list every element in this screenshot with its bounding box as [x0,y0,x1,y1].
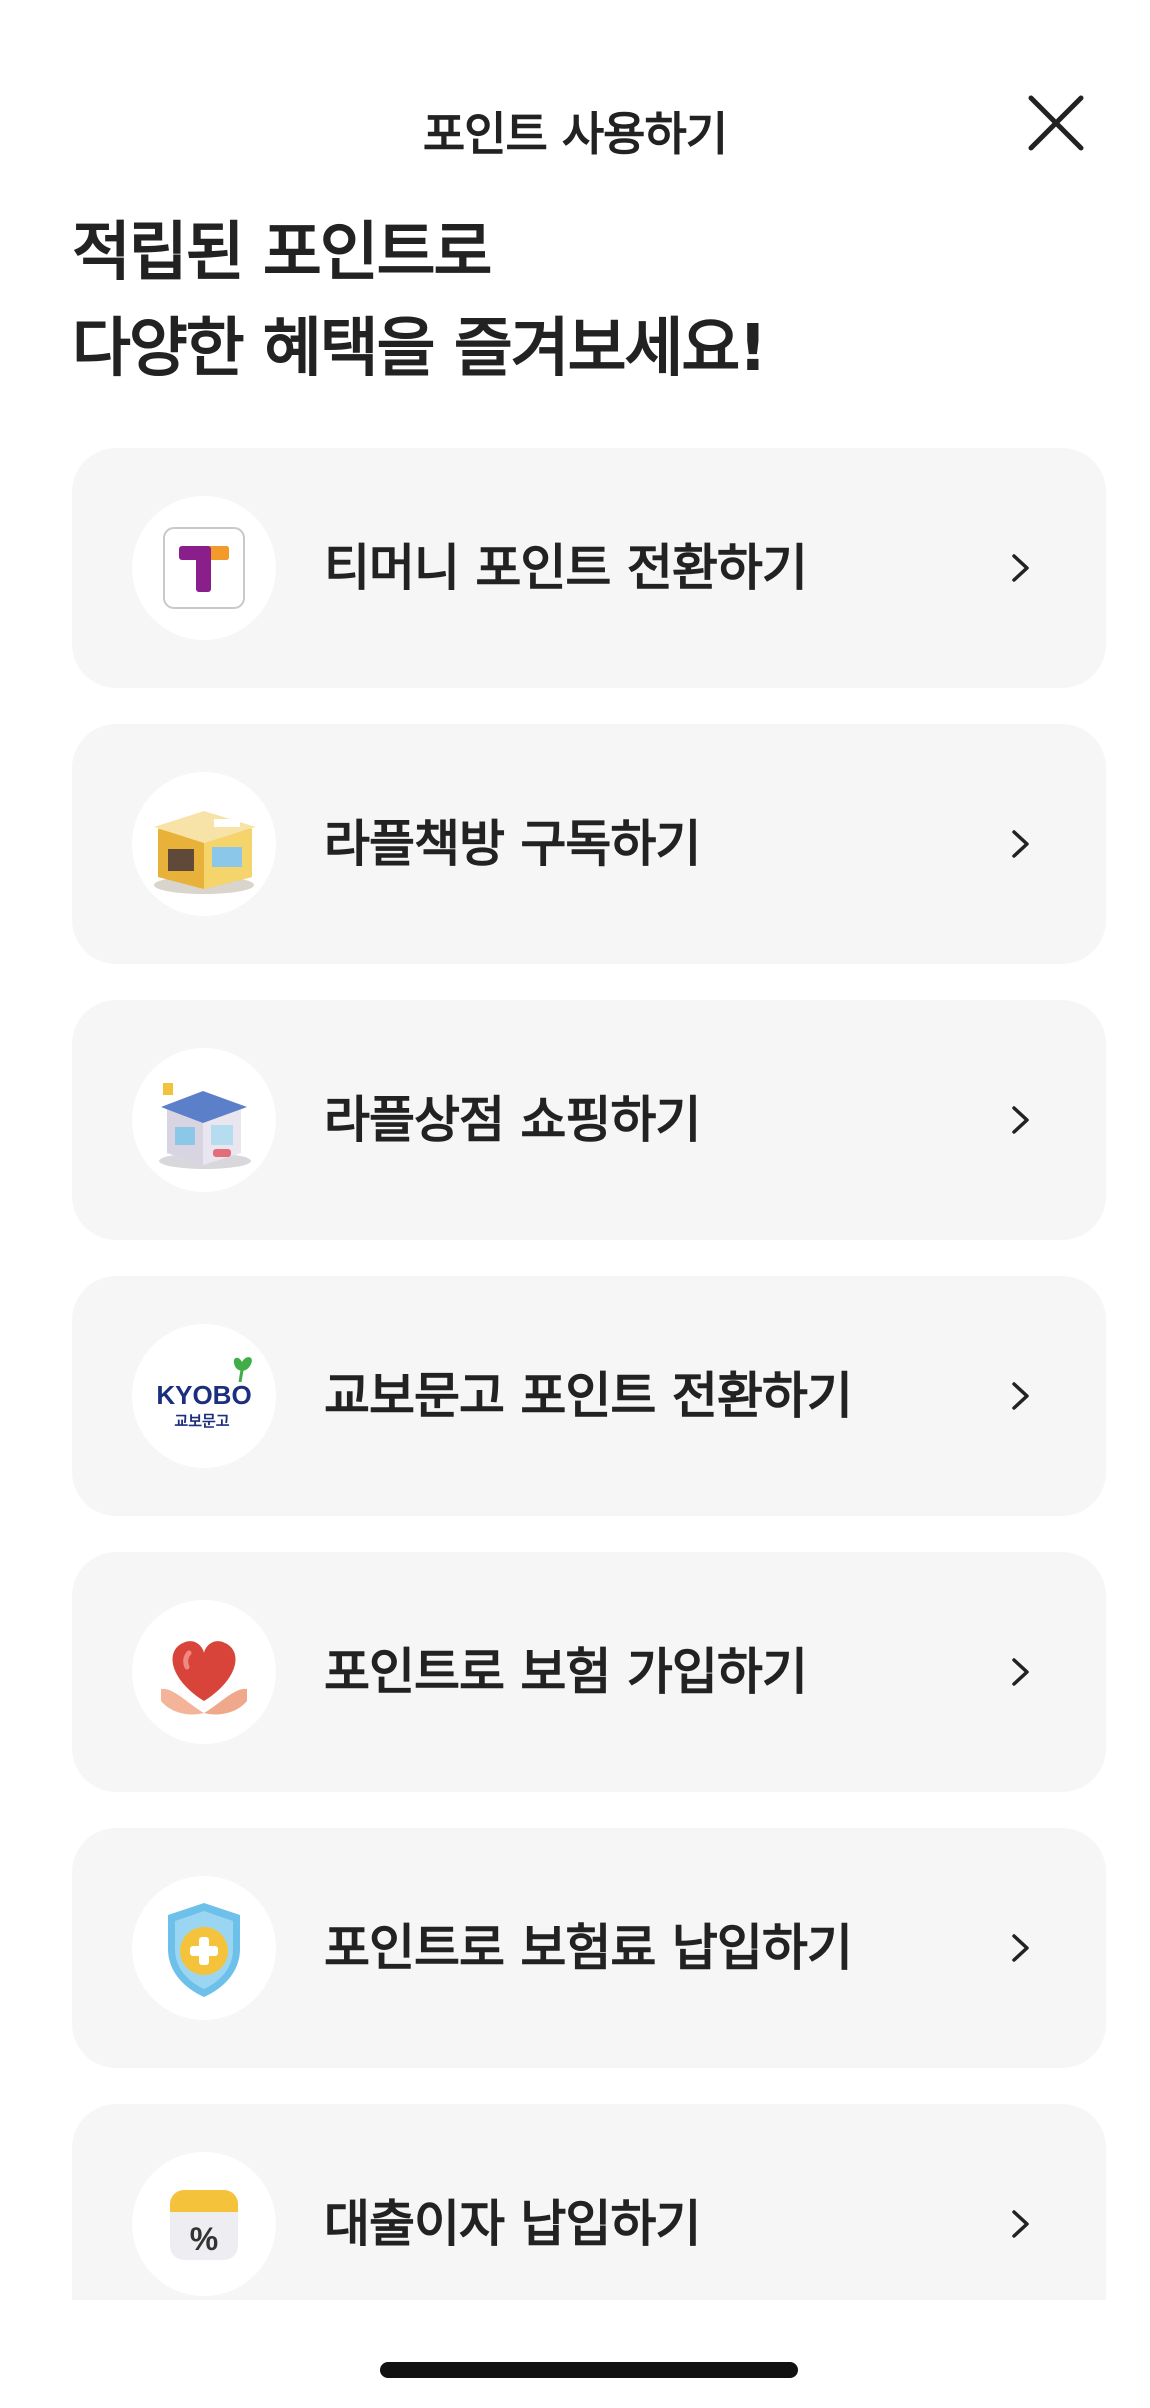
home-indicator[interactable] [380,2362,798,2378]
menu-item-label: 라플책방 구독하기 [324,815,701,873]
intro-line-2: 다양한 혜택을 즐겨보세요! [72,312,767,386]
intro-heading: 적립된 포인트로 다양한 혜택을 즐겨보세요! [72,205,767,397]
menu-item-insurance-pay[interactable]: 포인트로 보험료 납입하기 [72,1828,1106,2068]
page-title: 포인트 사용하기 [422,107,728,161]
menu-item-shop[interactable]: 라플상점 쇼핑하기 [72,1000,1106,1240]
menu-list: 티머니 포인트 전환하기 라플책방 구독하기 라플상점 쇼핑하기 KYOBO 교… [72,448,1106,2300]
chevron-right-icon [1000,548,1040,588]
kyobo-logo-subtext: 교보문고 [174,1412,229,1430]
chevron-right-icon [1000,2204,1040,2244]
chevron-right-icon [1000,824,1040,864]
close-icon [1028,95,1084,151]
menu-item-label: 교보문고 포인트 전환하기 [324,1367,853,1425]
point-usage-screen: 포인트 사용하기 적립된 포인트로 다양한 혜택을 즐겨보세요! 티머니 포인트… [0,0,1150,2408]
chevron-right-icon [1000,1100,1040,1140]
shop-building-icon [132,1048,276,1192]
menu-item-insurance-join[interactable]: 포인트로 보험 가입하기 [72,1552,1106,1792]
kyobo-logo-text: KYOBO [156,1380,251,1410]
menu-item-label: 대출이자 납입하기 [324,2195,701,2253]
svg-text:%: % [190,2221,218,2257]
close-button[interactable] [1025,92,1087,154]
chevron-right-icon [1000,1376,1040,1416]
header: 포인트 사용하기 [0,60,1150,190]
menu-item-label: 포인트로 보험 가입하기 [324,1643,808,1701]
chevron-right-icon [1000,1652,1040,1692]
bookstore-building-icon [132,772,276,916]
menu-item-label: 라플상점 쇼핑하기 [324,1091,701,1149]
menu-item-label: 티머니 포인트 전환하기 [324,539,808,597]
menu-item-loan-interest[interactable]: % 대출이자 납입하기 [72,2104,1106,2300]
heart-hands-icon [132,1600,276,1744]
menu-item-kyobo[interactable]: KYOBO 교보문고 교보문고 포인트 전환하기 [72,1276,1106,1516]
tmoney-logo-icon [132,496,276,640]
chevron-right-icon [1000,1928,1040,1968]
menu-item-bookstore[interactable]: 라플책방 구독하기 [72,724,1106,964]
menu-item-label: 포인트로 보험료 납입하기 [324,1919,853,1977]
percent-calendar-icon: % [132,2152,276,2296]
menu-item-tmoney[interactable]: 티머니 포인트 전환하기 [72,448,1106,688]
kyobo-logo-icon: KYOBO 교보문고 [132,1324,276,1468]
intro-line-1: 적립된 포인트로 [72,216,492,290]
shield-plus-icon [132,1876,276,2020]
